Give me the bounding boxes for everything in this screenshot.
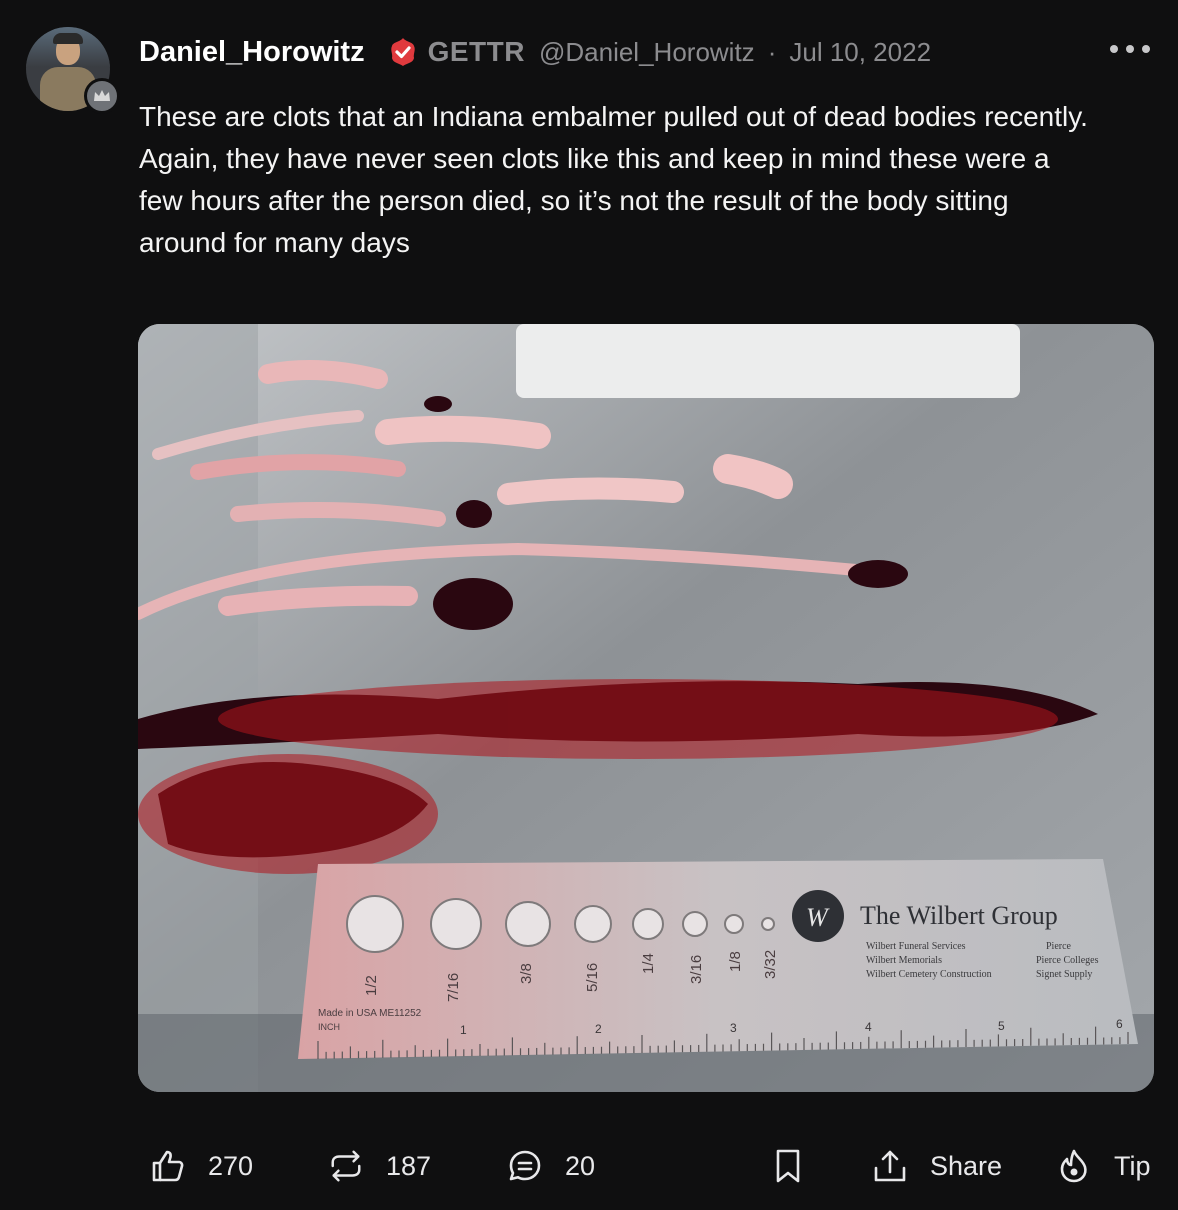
- user-handle[interactable]: @Daniel_Horowitz: [539, 37, 755, 68]
- made-in-label: Made in USA ME11252: [318, 1008, 422, 1019]
- repost-icon: [328, 1148, 364, 1184]
- separator-dot: ·: [767, 36, 777, 67]
- repost-count: 187: [386, 1150, 432, 1181]
- repost-button[interactable]: 187: [328, 1140, 431, 1192]
- share-label: Share: [930, 1150, 1003, 1181]
- like-button[interactable]: 270: [150, 1140, 253, 1192]
- action-bar: 270 187 20 Share Tip: [0, 1140, 1178, 1192]
- hole-label: 1/8: [727, 951, 744, 972]
- hole-label: 5/16: [584, 963, 601, 992]
- post-date[interactable]: Jul 10, 2022: [789, 37, 931, 68]
- more-icon[interactable]: [1110, 34, 1150, 64]
- post-text: These are clots that an Indiana embalmer…: [139, 101, 1088, 258]
- hole-label: 1/4: [640, 953, 657, 974]
- crown-badge-icon: [84, 78, 120, 114]
- ruler-number: 4: [865, 1020, 872, 1034]
- tip-label: Tip: [1114, 1150, 1151, 1181]
- hole-label: 1/2: [363, 975, 380, 996]
- ruler-number: 1: [460, 1023, 467, 1037]
- bookmark-button[interactable]: [770, 1140, 806, 1192]
- ruler-brand: The Wilbert Group: [860, 901, 1058, 930]
- platform-brand: GETTR: [427, 36, 525, 67]
- ruler-line: Wilbert Funeral Services: [866, 941, 966, 952]
- share-button[interactable]: Share: [872, 1140, 1002, 1192]
- post-image[interactable]: 1/2 7/16 3/8 5/16 1/4 3/16 1/8 3/32 W Th…: [138, 324, 1154, 1092]
- ruler-number: 3: [730, 1021, 737, 1035]
- comment-icon: [507, 1148, 543, 1184]
- post-card: Daniel_Horowitz GETTR @Daniel_Horowitz ·…: [0, 0, 1178, 1210]
- like-icon: [150, 1148, 186, 1184]
- tip-icon: [1056, 1148, 1092, 1184]
- inch-label: INCH: [318, 1022, 340, 1032]
- hole-label: 7/16: [445, 973, 462, 1002]
- ruler-line: Pierce: [1046, 941, 1072, 952]
- comment-button[interactable]: 20: [507, 1140, 595, 1192]
- like-count: 270: [208, 1150, 254, 1181]
- hole-label: 3/16: [688, 955, 705, 984]
- verified-icon: [387, 36, 419, 68]
- svg-text:W: W: [806, 903, 830, 932]
- share-icon: [872, 1148, 908, 1184]
- bookmark-icon: [770, 1148, 806, 1184]
- hole-label: 3/32: [762, 950, 779, 979]
- ruler-line: Wilbert Cemetery Construction: [866, 969, 992, 980]
- tip-button[interactable]: Tip: [1056, 1140, 1151, 1192]
- ruler-line: Signet Supply: [1036, 969, 1092, 980]
- username[interactable]: Daniel_Horowitz: [139, 36, 365, 69]
- ruler-line: Wilbert Memorials: [866, 955, 942, 966]
- ruler-line: Pierce Colleges: [1036, 955, 1099, 966]
- post-header: Daniel_Horowitz GETTR @Daniel_Horowitz ·…: [139, 30, 931, 74]
- hole-label: 3/8: [518, 963, 535, 984]
- comment-count: 20: [565, 1150, 596, 1181]
- ruler-number: 5: [998, 1019, 1005, 1033]
- ruler-number: 2: [595, 1022, 602, 1036]
- ruler-number: 6: [1116, 1017, 1123, 1031]
